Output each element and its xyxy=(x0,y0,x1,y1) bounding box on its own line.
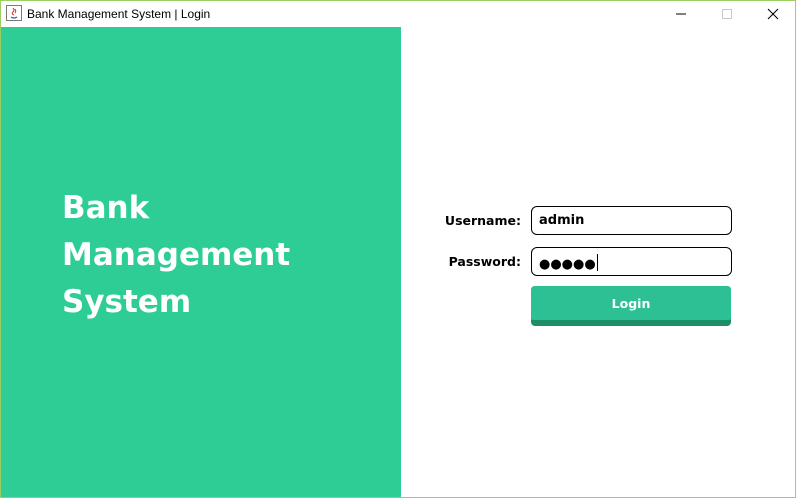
brand-line-2: Management xyxy=(62,237,291,273)
username-label: Username: xyxy=(444,213,521,228)
password-field[interactable]: ●●●●● xyxy=(531,247,732,276)
maximize-button[interactable] xyxy=(704,1,750,27)
login-button-label: Login xyxy=(531,286,731,320)
password-masked-value: ●●●●● xyxy=(539,257,596,272)
close-icon xyxy=(767,8,779,20)
branding-panel: Bank Management System xyxy=(1,27,401,497)
minimize-button[interactable] xyxy=(658,1,704,27)
username-value: admin xyxy=(539,213,585,228)
login-window: Bank Management System | Login Bank Mana… xyxy=(0,0,796,498)
maximize-icon xyxy=(722,9,732,19)
text-caret xyxy=(596,254,598,271)
title-bar[interactable]: Bank Management System | Login xyxy=(1,1,795,27)
close-button[interactable] xyxy=(750,1,796,27)
java-app-icon xyxy=(6,5,22,21)
window-title: Bank Management System | Login xyxy=(27,7,211,21)
brand-line-1: Bank xyxy=(62,190,150,226)
password-label: Password: xyxy=(448,254,521,269)
minimize-icon xyxy=(676,13,686,15)
app-brand-title: Bank Management System xyxy=(62,185,290,326)
brand-line-3: System xyxy=(62,284,192,320)
username-field[interactable]: admin xyxy=(531,206,732,235)
login-button[interactable]: Login xyxy=(531,286,731,326)
